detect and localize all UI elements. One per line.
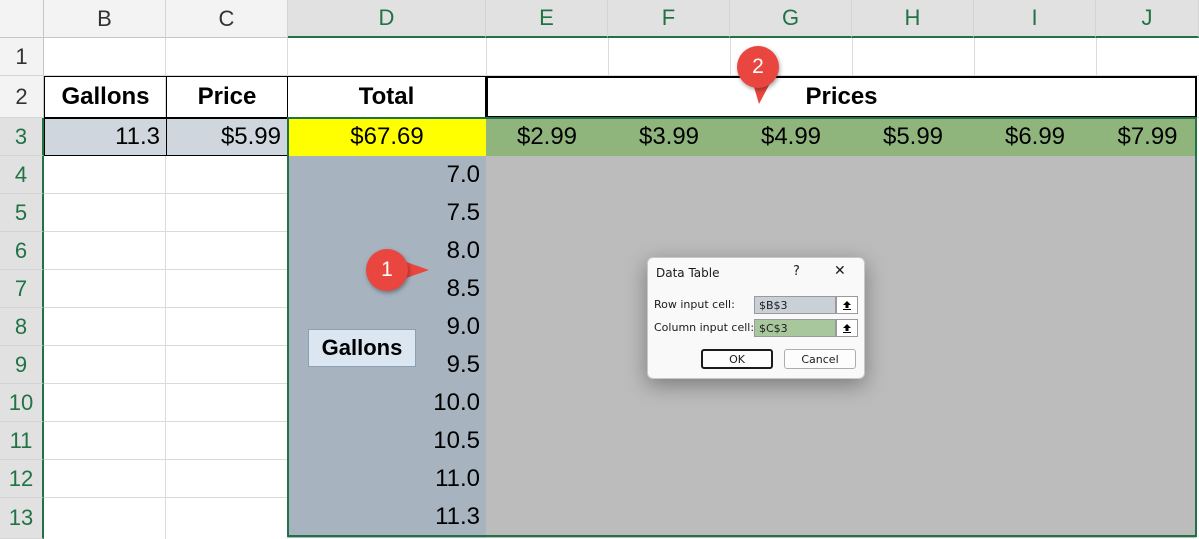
column-header-h[interactable]: H [852,0,974,38]
price-value-cell[interactable]: $7.99 [1096,118,1199,156]
callout-2-badge: 2 [737,46,779,88]
gallon-value-cell[interactable]: 10.0 [288,384,486,422]
gallon-value-cell[interactable]: 7.5 [288,194,486,232]
row-header-12[interactable]: 12 [0,460,44,498]
gallon-value-cell[interactable]: 11.0 [288,460,486,498]
row-header-2[interactable]: 2 [0,76,44,118]
gallons-input-cell[interactable]: 11.3 [44,118,166,156]
column-header-e[interactable]: E [486,0,608,38]
column-header-d[interactable]: D [288,0,486,38]
help-button[interactable]: ? [793,264,800,279]
gallon-value-cell[interactable]: 11.3 [288,498,486,536]
total-formula-cell[interactable]: $67.69 [288,118,486,156]
price-value-cell[interactable]: $2.99 [486,118,608,156]
data-table-dialog[interactable]: Data Table ? ✕ Row input cell: $B$3 Colu… [647,257,865,379]
price-value-cell[interactable]: $6.99 [974,118,1096,156]
row-header-1[interactable]: 1 [0,38,44,76]
price-input-cell[interactable]: $5.99 [166,118,288,156]
prices-header: Prices [486,76,1197,118]
row-header-7[interactable]: 7 [0,270,44,308]
total-header: Total [288,76,486,118]
collapse-dialog-icon[interactable] [836,296,858,314]
gallon-value-cell[interactable]: 10.5 [288,422,486,460]
cancel-button[interactable]: Cancel [784,349,856,369]
price-header: Price [166,76,288,118]
price-value-cell[interactable]: $3.99 [608,118,730,156]
column-header-c[interactable]: C [166,0,288,38]
price-value-cell[interactable]: $4.99 [730,118,852,156]
column-header-b[interactable]: B [44,0,166,38]
column-input-label: Column input cell: [654,321,754,334]
collapse-dialog-icon[interactable] [836,319,858,337]
column-input-field[interactable]: $C$3 [754,319,836,337]
spreadsheet: B C D E F G H I J 1 2 3 4 5 6 7 8 9 10 1… [0,0,1199,539]
column-header-g[interactable]: G [730,0,852,38]
row-header-10[interactable]: 10 [0,384,44,422]
column-header-i[interactable]: I [974,0,1096,38]
dialog-title: Data Table [656,266,720,280]
row-header-3[interactable]: 3 [0,118,44,156]
column-header-f[interactable]: F [608,0,730,38]
gallons-header: Gallons [44,76,166,118]
row-header-8[interactable]: 8 [0,308,44,346]
gallons-side-label: Gallons [308,329,416,367]
cell-grid[interactable]: Gallons Price Total Prices 11.3 $5.99 $6… [44,38,1199,539]
select-all-corner[interactable] [0,0,44,38]
row-header-13[interactable]: 13 [0,498,44,539]
row-header-6[interactable]: 6 [0,232,44,270]
row-header-4[interactable]: 4 [0,156,44,194]
row-header-5[interactable]: 5 [0,194,44,232]
gallon-value-cell[interactable]: 7.0 [288,156,486,194]
callout-1-badge: 1 [366,249,408,291]
close-icon[interactable]: ✕ [834,263,846,279]
row-header-9[interactable]: 9 [0,346,44,384]
row-input-field[interactable]: $B$3 [754,296,836,314]
price-value-cell[interactable]: $5.99 [852,118,974,156]
row-input-label-text: Row input cell: [654,298,735,311]
ok-button[interactable]: OK [701,349,773,369]
row-header-11[interactable]: 11 [0,422,44,460]
column-header-j[interactable]: J [1096,0,1199,38]
column-input-label-text: Column input cell: [654,321,755,334]
row-input-label: Row input cell: [654,298,735,311]
